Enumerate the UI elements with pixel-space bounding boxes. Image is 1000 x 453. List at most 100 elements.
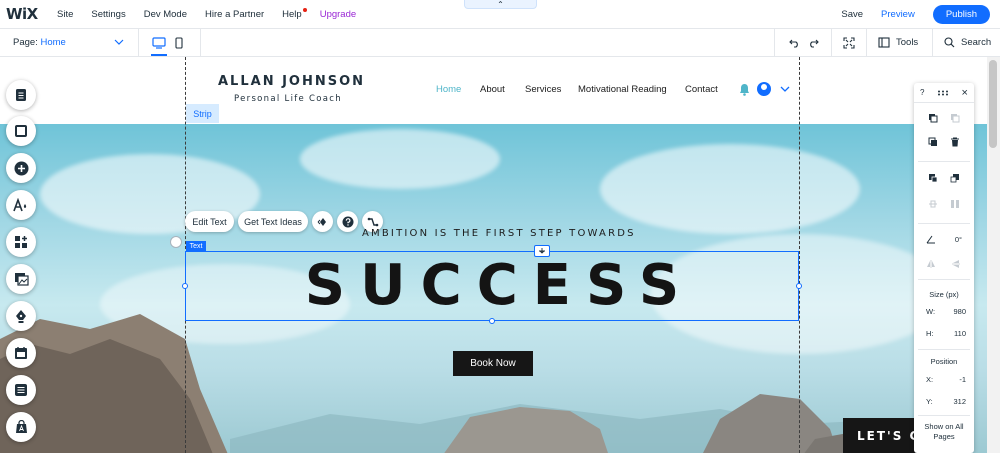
resize-handle-right[interactable]: [796, 283, 802, 289]
help-button[interactable]: [337, 211, 358, 232]
publish-button[interactable]: Publish: [932, 5, 990, 24]
menu-settings[interactable]: Settings: [91, 9, 125, 20]
background-button[interactable]: [6, 116, 36, 146]
lets-chat-button[interactable]: LET'S CHAT: [843, 418, 923, 453]
rotate-angle-icon: [926, 235, 935, 244]
duplicate-icon[interactable]: [928, 137, 938, 147]
bookings-button[interactable]: [6, 338, 36, 368]
drag-handle-icon[interactable]: [937, 90, 949, 96]
site-header[interactable]: ALLAN JOHNSON Personal Life Coach Home A…: [0, 57, 1000, 124]
text-element-tag: Text: [186, 241, 206, 251]
menu-upgrade[interactable]: Upgrade: [320, 9, 356, 20]
pages-button[interactable]: [6, 80, 36, 110]
rotation-value[interactable]: 0°: [942, 235, 962, 244]
zoom-to-fit-icon[interactable]: [843, 37, 855, 49]
x-input[interactable]: -1: [946, 375, 966, 384]
cloud-image: [300, 129, 500, 189]
align-icon[interactable]: [928, 199, 938, 209]
hero-headline[interactable]: SUCCESS: [185, 252, 799, 320]
wix-logo[interactable]: WiX: [6, 5, 46, 23]
bell-icon[interactable]: [739, 83, 750, 96]
resize-handle-left[interactable]: [182, 283, 188, 289]
edit-text-button[interactable]: Edit Text: [185, 211, 234, 232]
tools-button[interactable]: Tools: [878, 37, 918, 48]
send-backward-icon[interactable]: [950, 173, 960, 183]
editor-canvas[interactable]: ALLAN JOHNSON Personal Life Coach Home A…: [0, 57, 1000, 453]
redo-icon[interactable]: [808, 38, 819, 48]
undo-icon[interactable]: [789, 38, 800, 48]
theme-button[interactable]: [6, 190, 36, 220]
chevron-up-icon: ⌃: [497, 0, 504, 9]
apps-icon: [15, 236, 27, 248]
site-tagline[interactable]: Personal Life Coach: [234, 94, 342, 104]
pages-icon: [16, 89, 26, 101]
nav-about[interactable]: About: [480, 84, 505, 95]
media-button[interactable]: [6, 264, 36, 294]
app-market-icon: [15, 420, 27, 433]
menu-help[interactable]: Help: [282, 7, 307, 20]
width-input[interactable]: 980: [946, 307, 966, 316]
x-label: X:: [926, 375, 934, 384]
pen-nib-icon: [16, 309, 26, 323]
content-manager-button[interactable]: [6, 375, 36, 405]
blog-button[interactable]: [6, 301, 36, 331]
hero-subtitle[interactable]: AMBITION IS THE FIRST STEP TOWARDS: [362, 228, 636, 239]
animation-icon: [317, 217, 326, 226]
inspector-help-icon[interactable]: ?: [920, 88, 924, 97]
scrollbar-thumb[interactable]: [989, 60, 997, 148]
height-label: H:: [926, 329, 934, 338]
get-text-ideas-button[interactable]: Get Text Ideas: [238, 211, 308, 232]
chevron-down-icon[interactable]: [114, 37, 124, 47]
page-selector[interactable]: Page: Home: [13, 37, 66, 48]
chevron-down-icon[interactable]: [780, 86, 790, 93]
resize-handle-bottom[interactable]: [489, 318, 495, 324]
mobile-view-icon[interactable]: [175, 37, 183, 49]
book-now-button[interactable]: Book Now: [453, 351, 533, 376]
inspector-divider: [918, 415, 970, 416]
collapse-topbar-tab[interactable]: ⌃: [464, 0, 537, 9]
y-label: Y:: [926, 397, 933, 406]
menu-dev-mode[interactable]: Dev Mode: [144, 9, 187, 20]
site-name[interactable]: ALLAN JOHNSON: [218, 74, 365, 89]
calendar-icon: [15, 347, 27, 359]
list-icon: [15, 384, 27, 396]
distribute-icon[interactable]: [950, 199, 960, 209]
close-icon[interactable]: ×: [962, 87, 968, 99]
top-right-actions: Save Preview Publish: [841, 0, 1000, 29]
toolbar-divider: [831, 29, 832, 57]
nav-home[interactable]: Home: [436, 84, 461, 95]
preview-button[interactable]: Preview: [881, 9, 915, 20]
trash-icon[interactable]: [950, 137, 960, 147]
menu-site[interactable]: Site: [57, 9, 73, 20]
app-market-button[interactable]: [6, 412, 36, 442]
position-label: Position: [930, 357, 958, 366]
media-icon: [14, 273, 29, 286]
rotate-handle[interactable]: [170, 236, 182, 248]
add-apps-button[interactable]: [6, 227, 36, 257]
cloud-image: [600, 144, 860, 234]
add-elements-button[interactable]: [6, 153, 36, 183]
menu-hire-a-partner[interactable]: Hire a Partner: [205, 9, 264, 20]
animation-button[interactable]: [312, 211, 333, 232]
inspector-divider: [918, 349, 970, 350]
avatar[interactable]: [757, 82, 771, 96]
size-label: Size (px): [929, 290, 959, 299]
nav-contact[interactable]: Contact: [685, 84, 718, 95]
desktop-view-icon[interactable]: [152, 37, 166, 49]
flip-horizontal-icon[interactable]: [926, 259, 936, 269]
paste-icon[interactable]: [950, 113, 960, 123]
connect-icon: [367, 217, 378, 226]
nav-services[interactable]: Services: [525, 84, 561, 95]
inspector-divider: [918, 161, 970, 162]
y-input[interactable]: 312: [946, 397, 966, 406]
flip-vertical-icon[interactable]: [951, 259, 961, 269]
show-on-all-pages-toggle[interactable]: Show on All Pages: [914, 422, 974, 442]
strip-label[interactable]: Strip: [186, 104, 219, 123]
nav-motivational-reading[interactable]: Motivational Reading: [578, 84, 667, 95]
copy-icon[interactable]: [928, 113, 938, 123]
bring-forward-icon[interactable]: [928, 173, 938, 183]
inspector-header: ? ×: [914, 83, 974, 103]
save-button[interactable]: Save: [841, 9, 863, 20]
search-button[interactable]: Search: [944, 37, 991, 48]
height-input[interactable]: 110: [946, 329, 966, 338]
